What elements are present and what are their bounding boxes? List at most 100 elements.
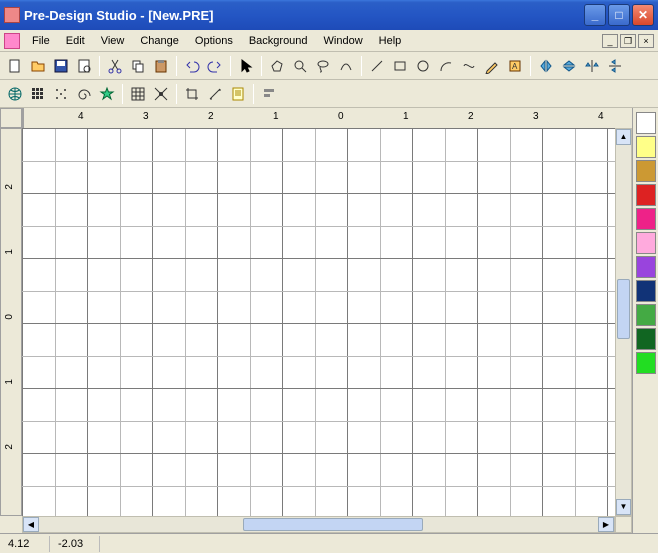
scroll-down-arrow[interactable]: ▼ [616,499,631,515]
pencil-tool[interactable] [481,55,503,77]
close-button[interactable]: ✕ [632,4,654,26]
status-y: -2.03 [50,536,100,552]
ruler-corner [0,108,22,128]
ruler-tick: 1 [4,249,15,255]
flip-horizontal-button[interactable] [535,55,557,77]
vertical-ruler: 2 1 0 1 2 [0,128,22,516]
spiral-tool[interactable] [73,83,95,105]
paste-button[interactable] [150,55,172,77]
menubar: FileEditViewChangeOptionsBackgroundWindo… [0,30,658,52]
color-swatch[interactable] [636,160,656,182]
scroll-up-arrow[interactable]: ▲ [616,129,631,145]
line-tool[interactable] [366,55,388,77]
scroll-right-arrow[interactable]: ▶ [598,517,614,532]
horizontal-ruler: 432101234 [22,108,24,128]
menu-help[interactable]: Help [371,33,410,49]
ruler-tick: 4 [78,111,84,122]
color-swatch[interactable] [636,112,656,134]
ruler-tick: 0 [4,314,15,320]
rectangle-tool[interactable] [389,55,411,77]
mdi-close-button[interactable]: × [638,34,654,48]
ruler-tick: 4 [598,111,604,122]
ruler-tick: 3 [533,111,539,122]
horizontal-scrollbar[interactable]: ◀ ▶ [22,516,615,533]
grid-toggle-button[interactable] [127,83,149,105]
ruler-tick: 2 [4,184,15,190]
ruler-tick: 2 [468,111,474,122]
ellipse-tool[interactable] [412,55,434,77]
maximize-button[interactable]: □ [608,4,630,26]
ruler-tick: 1 [4,379,15,385]
ruler-tick: 1 [273,111,279,122]
grid-dense-button[interactable] [27,83,49,105]
ruler-tick: 2 [4,444,15,450]
align-button[interactable] [258,83,280,105]
app-icon [4,7,20,23]
save-button[interactable] [50,55,72,77]
color-swatch[interactable] [636,280,656,302]
main-toolbar: A [0,52,658,80]
notes-button[interactable] [227,83,249,105]
color-swatch[interactable] [636,136,656,158]
scroll-thumb-v[interactable] [617,279,630,339]
flip-vertical-button[interactable] [558,55,580,77]
menu-background[interactable]: Background [241,33,316,49]
print-preview-button[interactable] [73,55,95,77]
mdi-restore-button[interactable]: ❐ [620,34,636,48]
status-x: 4.12 [0,536,50,552]
ruler-tick: 2 [208,111,214,122]
secondary-toolbar [0,80,658,108]
menu-change[interactable]: Change [132,33,187,49]
scroll-left-arrow[interactable]: ◀ [23,517,39,532]
star-tool[interactable] [96,83,118,105]
dots-tool[interactable] [50,83,72,105]
scroll-thumb-h[interactable] [243,518,423,531]
menu-view[interactable]: View [93,33,133,49]
mirror-v-button[interactable] [604,55,626,77]
color-swatch[interactable] [636,232,656,254]
snap-button[interactable] [150,83,172,105]
workspace: 432101234 21012 ▲ ▼ ◀ ▶ [0,108,658,533]
titlebar: Pre-Design Studio - [New.PRE] _ □ ✕ [0,0,658,30]
crop-tool[interactable] [181,83,203,105]
open-button[interactable] [27,55,49,77]
undo-button[interactable] [181,55,203,77]
statusbar: 4.12 -2.03 [0,533,658,553]
pointer-tool[interactable] [235,55,257,77]
arc-tool[interactable] [435,55,457,77]
mirror-h-button[interactable] [581,55,603,77]
copy-button[interactable] [127,55,149,77]
color-swatch[interactable] [636,352,656,374]
ruler-tick: 3 [143,111,149,122]
lasso-tool[interactable] [312,55,334,77]
color-swatch[interactable] [636,304,656,326]
mdi-minimize-button[interactable]: _ [602,34,618,48]
zoom-tool[interactable] [289,55,311,77]
redo-button[interactable] [204,55,226,77]
minimize-button[interactable]: _ [584,4,606,26]
menu-window[interactable]: Window [316,33,371,49]
menu-options[interactable]: Options [187,33,241,49]
globe-tool[interactable] [4,83,26,105]
freehand-tool[interactable] [335,55,357,77]
cut-button[interactable] [104,55,126,77]
color-palette [632,108,658,533]
window-title: Pre-Design Studio - [New.PRE] [24,8,582,23]
measure-tool[interactable] [204,83,226,105]
canvas[interactable] [22,128,615,516]
text-tool[interactable]: A [504,55,526,77]
color-swatch[interactable] [636,184,656,206]
curve-tool[interactable] [458,55,480,77]
polygon-tool[interactable] [266,55,288,77]
svg-text:A: A [512,62,518,71]
ruler-tick: 1 [403,111,409,122]
color-swatch[interactable] [636,328,656,350]
menu-edit[interactable]: Edit [58,33,93,49]
color-swatch[interactable] [636,256,656,278]
color-swatch[interactable] [636,208,656,230]
menu-file[interactable]: File [24,33,58,49]
document-icon[interactable] [4,33,20,49]
new-button[interactable] [4,55,26,77]
ruler-tick: 0 [338,111,344,122]
vertical-scrollbar[interactable]: ▲ ▼ [615,128,632,516]
